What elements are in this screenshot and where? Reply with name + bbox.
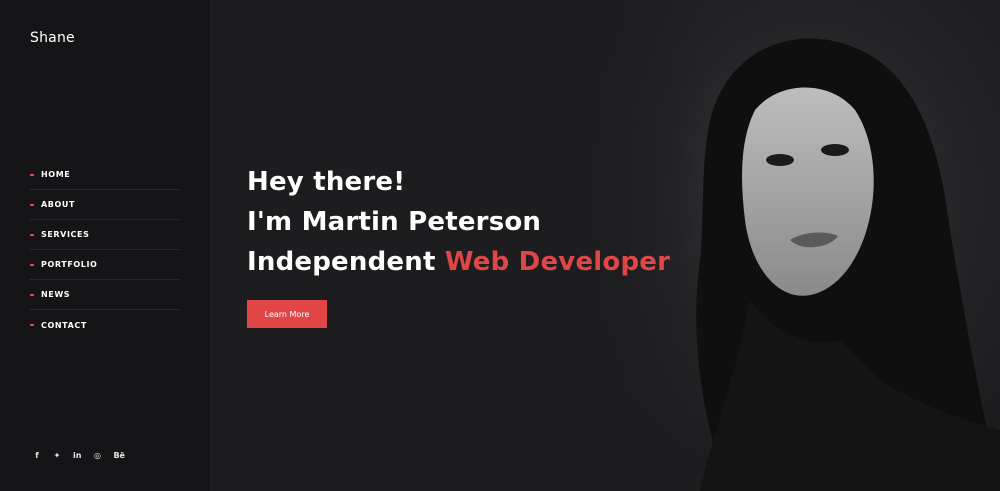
nav-bullet (30, 324, 34, 326)
nav-bullet (30, 203, 34, 206)
social-links: f ✦ in ◎ Bē (33, 451, 137, 460)
hero-greeting: Hey there! (247, 167, 406, 197)
site-logo[interactable]: Shane (30, 30, 75, 46)
nav-item-label: PORTFOLIO (41, 260, 98, 269)
nav-item-label: NEWS (41, 290, 71, 299)
nav-bullet (30, 173, 34, 176)
nav-item-about[interactable]: ABOUT (30, 190, 179, 220)
nav-item-label: HOME (41, 170, 71, 179)
nav-item-news[interactable]: NEWS (30, 280, 179, 310)
nav-bullet (30, 293, 34, 296)
hero-name: I'm Martin Peterson (247, 207, 542, 237)
sidebar: Shane HOME ABOUT SERVICES PORTFOLIO NEWS… (0, 0, 210, 491)
linkedin-icon[interactable]: in (73, 451, 81, 460)
nav-item-portfolio[interactable]: PORTFOLIO (30, 250, 179, 280)
hero-section: Hey there! I'm Martin Peterson Independe… (210, 0, 1000, 491)
main-nav: HOME ABOUT SERVICES PORTFOLIO NEWS CONTA… (30, 160, 179, 340)
twitter-icon[interactable]: ✦ (53, 451, 61, 460)
nav-item-contact[interactable]: CONTACT (30, 310, 179, 340)
nav-item-services[interactable]: SERVICES (30, 220, 179, 250)
instagram-icon[interactable]: ◎ (93, 451, 101, 460)
nav-item-label: CONTACT (41, 320, 87, 330)
nav-bullet (30, 263, 34, 266)
nav-item-home[interactable]: HOME (30, 160, 179, 190)
nav-item-label: SERVICES (41, 230, 90, 239)
behance-icon[interactable]: Bē (113, 451, 125, 460)
facebook-icon[interactable]: f (33, 451, 41, 460)
nav-item-label: ABOUT (41, 200, 76, 209)
hero-headline: Hey there! I'm Martin Peterson Independe… (247, 162, 670, 282)
hero-role-prefix: Independent (247, 247, 445, 277)
nav-bullet (30, 233, 34, 236)
learn-more-button[interactable]: Learn More (247, 300, 327, 328)
hero-role-accent: Web Developer (444, 247, 671, 277)
